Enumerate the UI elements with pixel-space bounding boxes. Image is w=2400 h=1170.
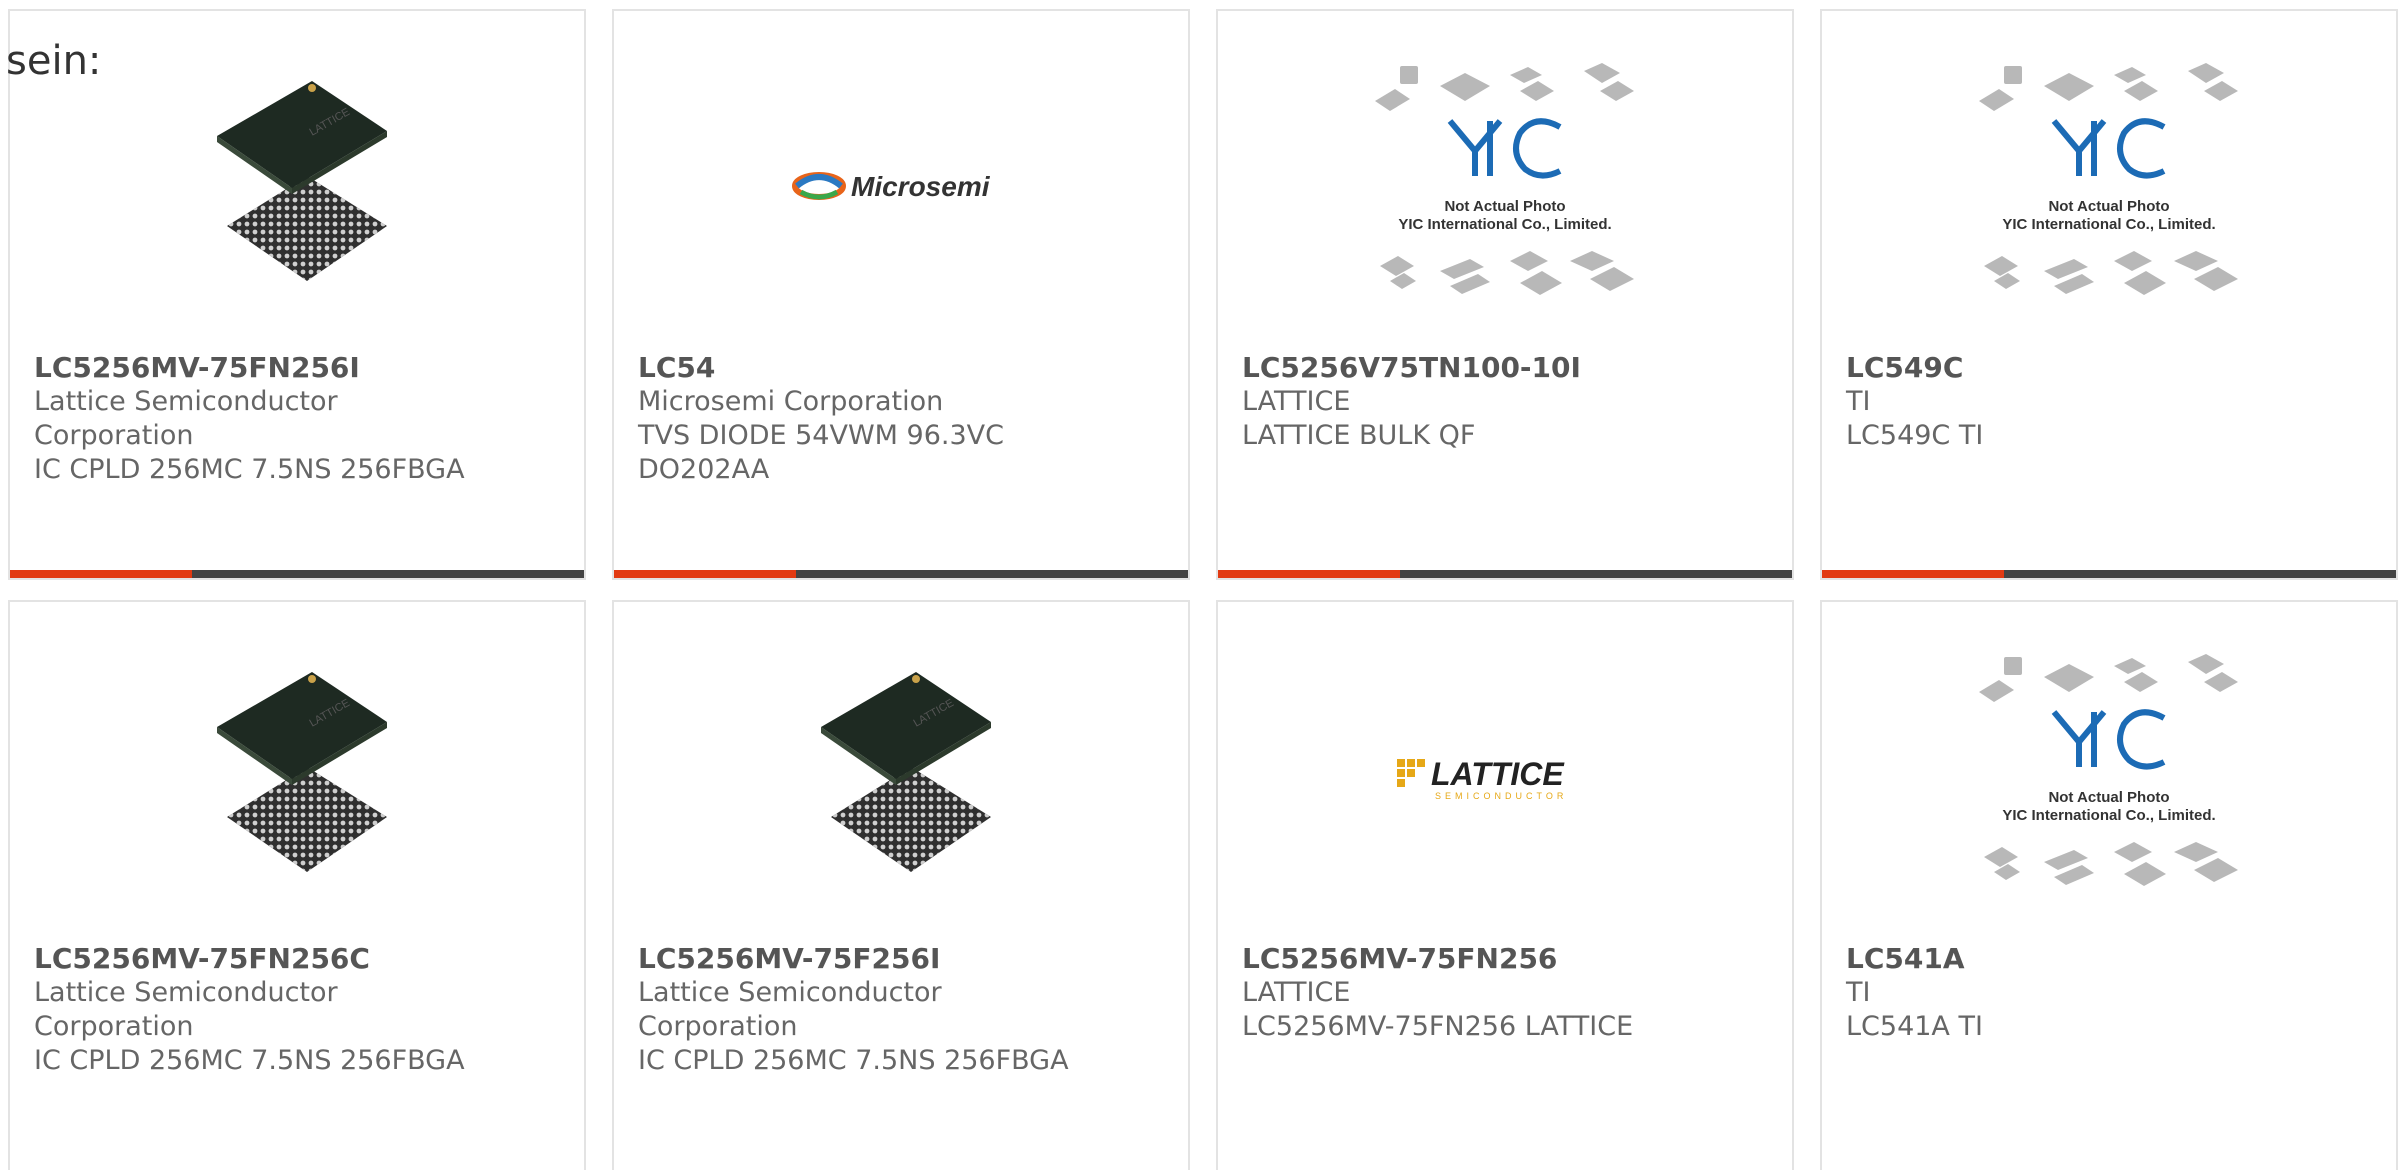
card-line: LC549C TI: [1846, 420, 1984, 451]
product-card[interactable]: LATTICE SEMICONDUCTOR LC5256MV-75FN256 L…: [1216, 600, 1794, 1170]
yic-placeholder-image: Not Actual Photo YIC International Co., …: [1979, 654, 2238, 886]
svg-text:Microsemi: Microsemi: [851, 171, 991, 202]
card-line: Lattice Semiconductor: [34, 386, 338, 417]
card-footer-bar: [614, 570, 1188, 578]
product-card[interactable]: LATTICE LC5256MV-75F256I Lattice Semicon…: [612, 600, 1190, 1170]
card-line: TI: [1846, 977, 1871, 1008]
product-image[interactable]: LATTICE SEMICONDUCTOR: [1218, 642, 1792, 912]
product-card[interactable]: Not Actual Photo YIC International Co., …: [1820, 9, 2398, 580]
product-image[interactable]: Not Actual Photo YIC International Co., …: [1822, 642, 2396, 912]
card-line: TVS DIODE 54VWM 96.3VC: [638, 420, 1004, 451]
product-image[interactable]: LATTICE: [10, 51, 584, 321]
svg-text:Not Actual Photo: Not Actual Photo: [2048, 198, 2169, 215]
card-line: LC5256MV-75FN256 LATTICE: [1242, 1011, 1634, 1042]
accent-bar: [10, 570, 192, 578]
part-number[interactable]: LC5256MV-75FN256C: [34, 942, 564, 976]
card-footer-bar: [1218, 570, 1792, 578]
bga-chip-image: LATTICE: [821, 672, 991, 872]
accent-bar: [614, 570, 796, 578]
part-number[interactable]: LC54: [638, 351, 1168, 385]
yic-placeholder-image: Not Actual Photo YIC International Co., …: [1979, 63, 2238, 295]
bga-chip-image: LATTICE: [217, 672, 387, 872]
part-number[interactable]: LC549C: [1846, 351, 2376, 385]
card-line: DO202AA: [638, 454, 770, 485]
card-footer-bar: [1822, 570, 2396, 578]
svg-text:SEMICONDUCTOR: SEMICONDUCTOR: [1435, 791, 1567, 801]
yic-placeholder-image: Not Actual Photo YIC International Co., …: [1375, 63, 1634, 295]
card-line: Corporation: [34, 420, 194, 451]
svg-text:Not Actual Photo: Not Actual Photo: [2048, 789, 2169, 806]
product-card[interactable]: Not Actual Photo YIC International Co., …: [1216, 9, 1794, 580]
product-card[interactable]: LATTICE LC5256MV-75FN256C Lattice Semico…: [8, 600, 586, 1170]
product-card[interactable]: LATTICE LC5256MV-75FN256I Lattice Semico…: [8, 9, 586, 580]
card-line: IC CPLD 256MC 7.5NS 256FBGA: [34, 454, 465, 485]
product-image[interactable]: Microsemi: [614, 51, 1188, 321]
part-number[interactable]: LC5256MV-75FN256: [1242, 942, 1772, 976]
svg-text:Not Actual Photo: Not Actual Photo: [1444, 198, 1565, 215]
card-line: LATTICE BULK QF: [1242, 420, 1476, 451]
card-line: Microsemi Corporation: [638, 386, 944, 417]
product-image[interactable]: LATTICE: [10, 642, 584, 912]
svg-text:YIC International Co., Limited: YIC International Co., Limited.: [2002, 807, 2215, 824]
intro-text: sein:: [6, 38, 102, 84]
part-number[interactable]: LC5256MV-75FN256I: [34, 351, 564, 385]
card-line: Lattice Semiconductor: [34, 977, 338, 1008]
bga-chip-image: LATTICE: [217, 81, 387, 281]
product-image[interactable]: LATTICE: [614, 642, 1188, 912]
product-image[interactable]: Not Actual Photo YIC International Co., …: [1218, 51, 1792, 321]
part-number[interactable]: LC5256MV-75F256I: [638, 942, 1168, 976]
card-line: Corporation: [34, 1011, 194, 1042]
svg-text:YIC International Co., Limited: YIC International Co., Limited.: [2002, 216, 2215, 233]
card-footer-bar: [10, 570, 584, 578]
card-line: LATTICE: [1242, 977, 1351, 1008]
product-card[interactable]: Not Actual Photo YIC International Co., …: [1820, 600, 2398, 1170]
card-line: IC CPLD 256MC 7.5NS 256FBGA: [34, 1045, 465, 1076]
card-line: LC541A TI: [1846, 1011, 1983, 1042]
accent-bar: [1218, 570, 1400, 578]
card-line: TI: [1846, 386, 1871, 417]
card-line: Corporation: [638, 1011, 798, 1042]
lattice-logo: LATTICE SEMICONDUCTOR: [1397, 756, 1567, 801]
product-card[interactable]: Microsemi LC54 Microsemi Corporation TVS…: [612, 9, 1190, 580]
accent-bar: [1822, 570, 2004, 578]
card-line: IC CPLD 256MC 7.5NS 256FBGA: [638, 1045, 1069, 1076]
svg-text:LATTICE: LATTICE: [1431, 756, 1565, 792]
product-image[interactable]: Not Actual Photo YIC International Co., …: [1822, 51, 2396, 321]
part-number[interactable]: LC541A: [1846, 942, 2376, 976]
part-number[interactable]: LC5256V75TN100-10I: [1242, 351, 1772, 385]
card-line: Lattice Semiconductor: [638, 977, 942, 1008]
microsemi-logo: Microsemi: [792, 171, 991, 202]
card-line: LATTICE: [1242, 386, 1351, 417]
svg-text:YIC International Co., Limited: YIC International Co., Limited.: [1398, 216, 1611, 233]
